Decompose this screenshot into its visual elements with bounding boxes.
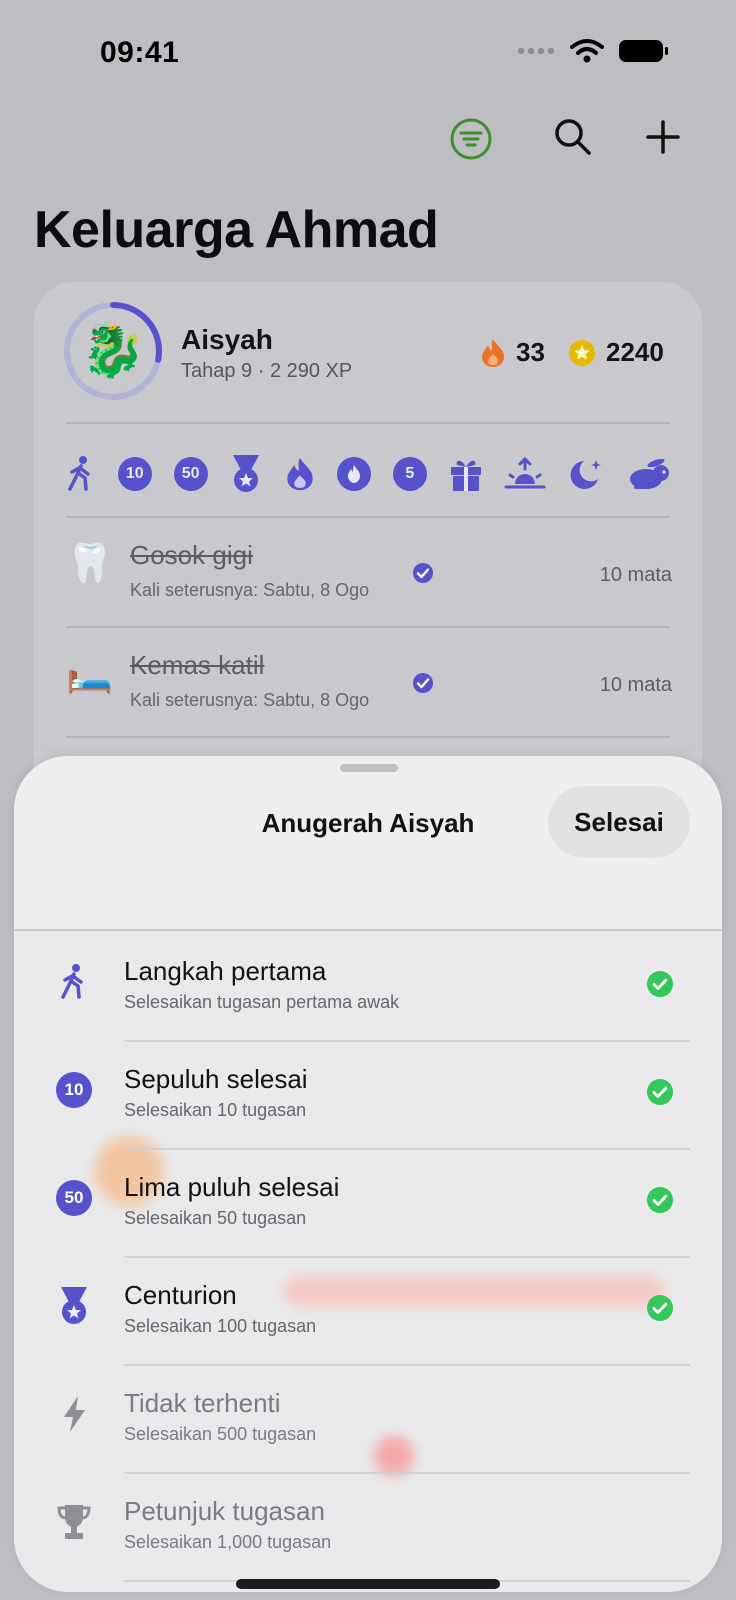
sheet-header: Anugerah Aisyah Selesai xyxy=(14,756,722,931)
search-button[interactable] xyxy=(548,112,598,162)
task-row[interactable]: 🦷 Gosok gigi Kali seterusnya: Sabtu, 8 O… xyxy=(66,528,672,618)
earned-check-icon xyxy=(647,1295,673,1321)
avatar[interactable]: 🐉 xyxy=(80,318,146,384)
home-indicator[interactable] xyxy=(236,1579,500,1589)
plus-icon xyxy=(646,120,680,154)
achievement-title: Langkah pertama xyxy=(124,956,327,986)
task-title: Gosok gigi xyxy=(130,540,253,570)
task-row[interactable]: 🛏️ Kemas katil Kali seterusnya: Sabtu, 8… xyxy=(66,638,672,728)
badge-10-icon: 10 xyxy=(54,1070,94,1110)
badge-5: 5 xyxy=(392,457,427,491)
status-icons xyxy=(516,38,670,64)
member-name: Aisyah xyxy=(181,324,273,355)
task-emoji: 🛏️ xyxy=(66,653,114,695)
coin-icon xyxy=(569,339,595,366)
task-points: 10 mata xyxy=(599,674,672,696)
checkmark-icon xyxy=(413,673,433,693)
task-title: Kemas katil xyxy=(130,650,265,680)
battery-icon xyxy=(619,40,668,62)
badge-10: 10 xyxy=(117,457,152,491)
task-next-date: Kali seterusnya: Sabtu, 8 Ogo xyxy=(130,690,370,710)
trophy-icon xyxy=(54,1502,94,1542)
achievement-row[interactable]: Tidak terhenti Selesaikan 500 tugasan xyxy=(14,1366,722,1474)
achievements-sheet: Anugerah Aisyah Selesai Langkah pertama … xyxy=(14,756,722,1592)
filter-button[interactable] xyxy=(446,114,496,164)
task-points: 10 mata xyxy=(599,564,672,586)
achievement-description: Selesaikan 50 tugasan xyxy=(124,1208,307,1228)
achievement-title: Lima puluh selesai xyxy=(124,1172,340,1202)
divider xyxy=(66,422,670,424)
achievement-title: Centurion xyxy=(124,1280,237,1310)
rabbit-icon xyxy=(626,457,672,491)
wifi-icon xyxy=(570,39,604,63)
badge-50: 50 xyxy=(56,1180,92,1216)
flame-icon xyxy=(482,338,504,367)
divider xyxy=(66,516,670,518)
badge-10: 10 xyxy=(56,1072,92,1108)
task-next-date: Kali seterusnya: Sabtu, 8 Ogo xyxy=(130,580,370,600)
badge-50-icon: 50 xyxy=(54,1178,94,1218)
streak-counter: 33 xyxy=(480,337,545,368)
status-time: 09:41 xyxy=(100,36,180,69)
achievement-description: Selesaikan 100 tugasan xyxy=(124,1316,317,1336)
page-title: Keluarga Ahmad xyxy=(34,201,439,259)
achievement-row[interactable]: 10 Sepuluh selesai Selesaikan 10 tugasan xyxy=(14,1042,722,1150)
divider xyxy=(66,736,670,738)
medal-icon xyxy=(54,1286,94,1326)
achievement-description: Selesaikan 1,000 tugasan xyxy=(124,1532,332,1552)
member-level: Tahap 9 · 2 290 XP xyxy=(181,360,353,382)
achievement-title: Petunjuk tugasan xyxy=(124,1496,325,1526)
gift-icon xyxy=(449,456,483,492)
earned-check-icon xyxy=(647,971,673,997)
badge-row: 10 50 5 xyxy=(66,452,672,496)
earned-check-icon xyxy=(647,1187,673,1213)
medal-icon xyxy=(229,454,263,494)
flame-badge-icon xyxy=(285,455,315,493)
task-emoji: 🦷 xyxy=(66,543,114,585)
coin-counter: 2240 xyxy=(568,337,664,368)
achievement-row[interactable]: 50 Lima puluh selesai Selesaikan 50 tuga… xyxy=(14,1150,722,1258)
walk-icon xyxy=(66,455,96,493)
filter-icon xyxy=(450,118,492,160)
done-button[interactable]: Selesai xyxy=(548,786,690,858)
achievement-title: Tidak terhenti xyxy=(124,1388,281,1418)
achievement-row[interactable]: Langkah pertama Selesaikan tugasan perta… xyxy=(14,934,722,1042)
checkmark-icon xyxy=(413,563,433,583)
achievement-row[interactable]: Petunjuk tugasan Selesaikan 1,000 tugasa… xyxy=(14,1474,722,1582)
streak-count: 33 xyxy=(516,337,545,367)
achievement-title: Sepuluh selesai xyxy=(124,1064,308,1094)
divider xyxy=(66,626,670,628)
badge-50: 50 xyxy=(173,457,208,491)
bolt-icon xyxy=(54,1394,94,1434)
flame-circle-icon xyxy=(336,457,371,491)
search-icon xyxy=(555,119,591,155)
sunrise-icon xyxy=(504,457,546,491)
signal-icon xyxy=(517,47,555,55)
earned-check-icon xyxy=(647,1079,673,1105)
achievement-description: Selesaikan tugasan pertama awak xyxy=(124,992,400,1012)
achievement-description: Selesaikan 500 tugasan xyxy=(124,1424,317,1444)
coin-count: 2240 xyxy=(606,337,664,367)
moon-icon xyxy=(568,457,604,491)
achievement-row[interactable]: Centurion Selesaikan 100 tugasan xyxy=(14,1258,722,1366)
sheet-grabber[interactable] xyxy=(340,764,398,772)
achievement-description: Selesaikan 10 tugasan xyxy=(124,1100,307,1120)
walk-icon xyxy=(54,962,94,1002)
add-button[interactable] xyxy=(638,112,688,162)
